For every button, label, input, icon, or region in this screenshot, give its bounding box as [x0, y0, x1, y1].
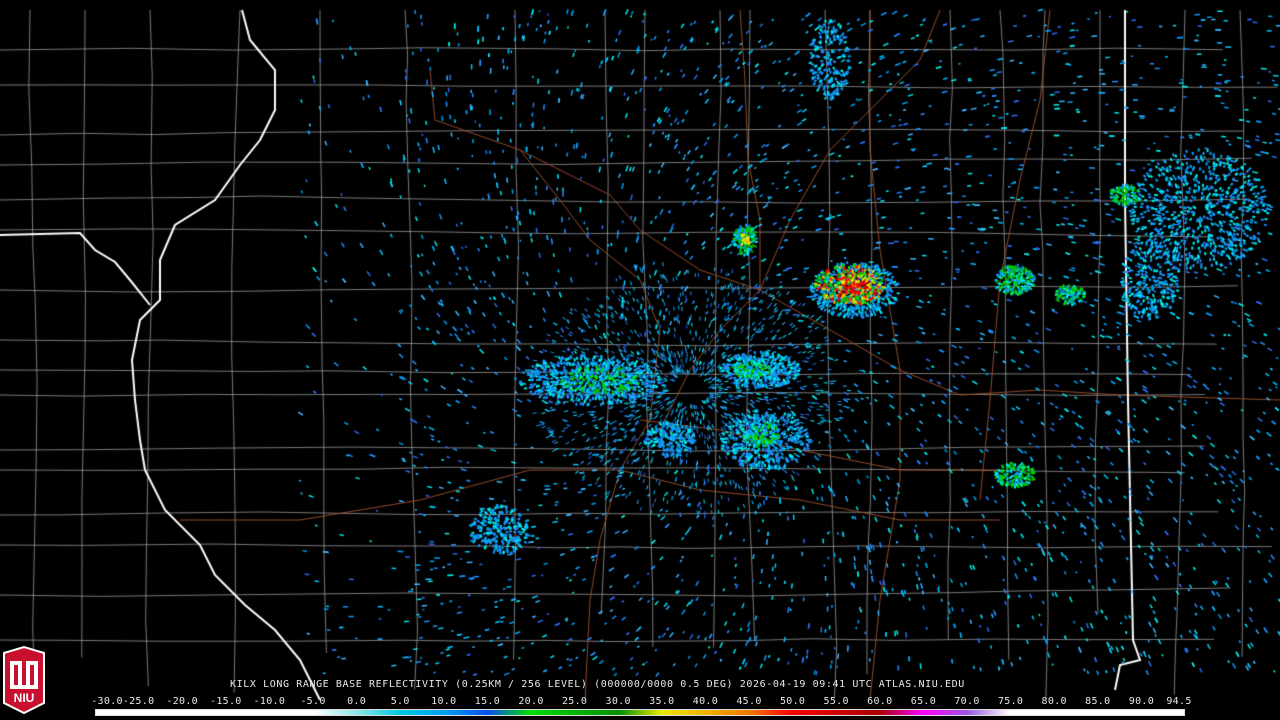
- color-scale-bar: [95, 709, 1185, 716]
- scale-tick-label: 45.0: [736, 696, 762, 707]
- scale-tick-label: -30.0: [91, 696, 123, 707]
- scale-tick-label: -5.0: [300, 696, 326, 707]
- scale-tick-label: 70.0: [954, 696, 980, 707]
- scale-tick-label: 65.0: [910, 696, 937, 707]
- scale-tick-label: 35.0: [649, 696, 675, 707]
- scale-tick-label: 60.0: [867, 696, 893, 707]
- scale-tick-label: 94.5: [1166, 696, 1192, 707]
- scale-tick-label: -20.0: [166, 696, 198, 707]
- scale-tick-label: 10.0: [431, 696, 457, 707]
- scale-tick-label: -15.0: [209, 696, 242, 707]
- color-scale-labels: -30.0 -25.0 -20.0 -15.0 -10.0 -5.0 0.0 5.0 10.0 1…: [91, 696, 1195, 708]
- scale-tick-label: 20.0: [518, 696, 544, 707]
- product-caption: KILX LONG RANGE BASE REFLECTIVITY (0.25K…: [230, 679, 965, 690]
- scale-tick-label: 55.0: [823, 696, 849, 707]
- scale-tick-label: 0.0: [347, 696, 367, 707]
- scale-tick-label: 50.0: [779, 696, 806, 707]
- scale-tick-label: 25.0: [561, 696, 588, 707]
- logo-text: NIU: [14, 691, 35, 705]
- scale-tick-label: -10.0: [253, 696, 286, 707]
- scale-tick-label: -25.0: [122, 696, 155, 707]
- scale-tick-label: 15.0: [474, 696, 501, 707]
- scale-tick-label: 85.0: [1085, 696, 1111, 707]
- scale-tick-label: 90.0: [1128, 696, 1155, 707]
- scale-tick-label: 80.0: [1041, 696, 1067, 707]
- niu-logo: NIU: [3, 645, 45, 715]
- scale-tick-label: 40.0: [692, 696, 719, 707]
- scale-tick-label: 30.0: [605, 696, 631, 707]
- scale-tick-label: 75.0: [997, 696, 1024, 707]
- scale-tick-label: 5.0: [390, 696, 410, 707]
- radar-map: [0, 0, 1280, 720]
